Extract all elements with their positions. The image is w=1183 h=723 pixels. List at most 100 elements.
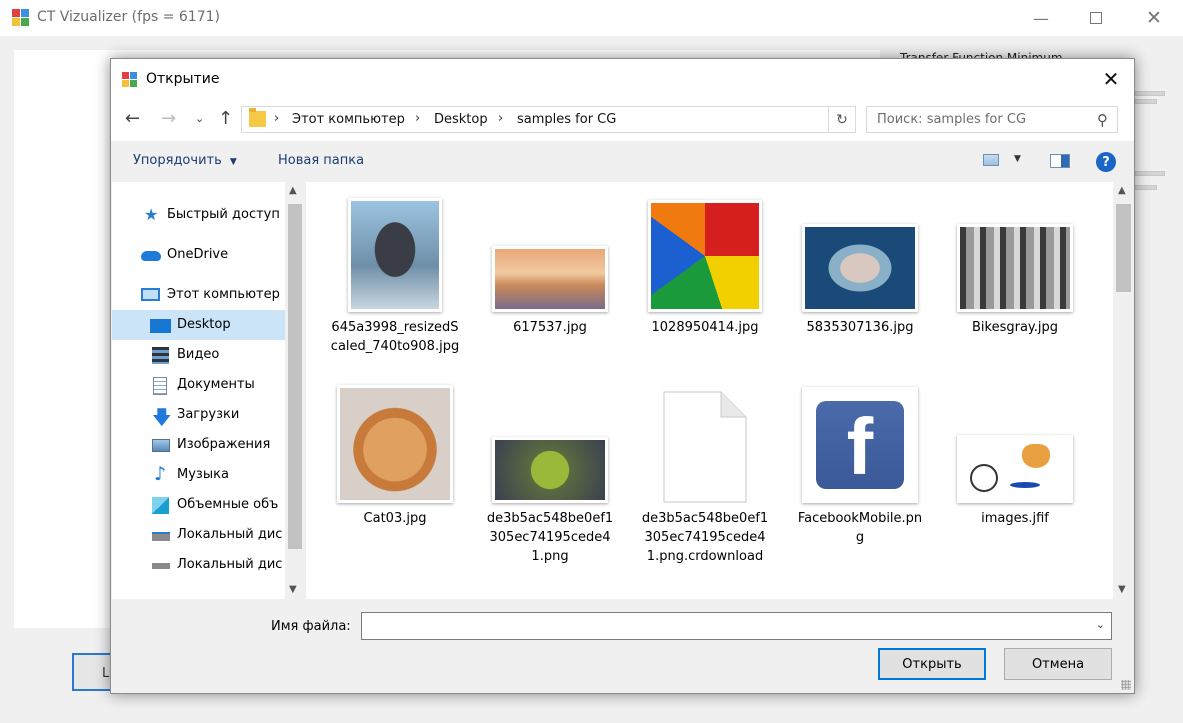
refresh-icon: ↻ — [836, 111, 848, 128]
forward-arrow-icon[interactable]: → — [161, 109, 176, 129]
file-name: de3b5ac548be0ef1305ec74195cede41.png — [486, 511, 614, 564]
caret-down-icon: ▼ — [229, 157, 237, 167]
search-icon: ⚲ — [1097, 111, 1108, 129]
file-name: FacebookMobile.png — [797, 511, 923, 545]
nav-item-music[interactable]: ♪ Музыка — [112, 460, 285, 490]
scrollbar-thumb[interactable] — [1116, 204, 1131, 292]
preview-pane-icon[interactable] — [1050, 154, 1070, 168]
slider-track[interactable] — [1135, 185, 1157, 190]
star-icon: ★ — [144, 205, 159, 224]
nav-item-label: OneDrive — [167, 247, 229, 262]
dialog-titlebar: Открытие ✕ — [111, 59, 1134, 99]
nav-item-onedrive[interactable]: OneDrive — [112, 240, 285, 270]
slider-track[interactable] — [1135, 171, 1165, 176]
3d-objects-icon — [152, 497, 169, 514]
downloads-icon: 🡇 — [152, 407, 172, 429]
chevron-up-icon[interactable]: ▲ — [1118, 185, 1126, 196]
minimize-button[interactable]: — — [1018, 0, 1064, 36]
music-icon: ♪ — [154, 463, 167, 485]
search-input[interactable]: Поиск: samples for CG ⚲ — [866, 106, 1118, 133]
nav-item-label: Музыка — [177, 467, 229, 482]
nav-item-label: Документы — [177, 377, 255, 392]
dialog-title: Открытие — [146, 71, 220, 87]
slider-track[interactable] — [1135, 99, 1157, 104]
dialog-close-button[interactable]: ✕ — [1088, 59, 1134, 99]
breadcrumb-desktop[interactable]: Desktop — [434, 112, 488, 127]
file-name: images.jfif — [981, 511, 1049, 526]
seal-photo-thumbnail — [348, 198, 442, 312]
filename-input[interactable]: ⌄ — [361, 612, 1112, 640]
dialog-toolbar: Упорядочить ▼ Новая папка ▼ ? — [111, 141, 1134, 181]
close-button[interactable]: ✕ — [1131, 0, 1177, 36]
organize-menu[interactable]: Упорядочить ▼ — [133, 153, 237, 168]
nav-item-videos[interactable]: Видео — [112, 340, 285, 370]
chevron-down-icon[interactable]: ⌄ — [1096, 618, 1105, 631]
nav-item-label: Изображения — [177, 437, 271, 452]
help-icon[interactable]: ? — [1096, 152, 1116, 172]
caret-down-icon[interactable]: ▼ — [1014, 154, 1021, 164]
view-options-icon[interactable] — [983, 154, 999, 166]
shrek-image-thumbnail — [492, 437, 608, 503]
nav-item-quick-access[interactable]: ★ Быстрый доступ — [112, 200, 285, 230]
back-arrow-icon[interactable]: ← — [125, 109, 140, 129]
app-icon — [12, 9, 29, 26]
local-disk-icon — [152, 563, 170, 569]
file-name: Bikesgray.jpg — [971, 320, 1059, 335]
refresh-button[interactable]: ↻ — [828, 106, 856, 133]
file-name: de3b5ac548be0ef1305ec74195cede41.png.crd… — [641, 511, 769, 564]
chevron-up-icon[interactable]: ▲ — [289, 185, 297, 196]
file-name: 645a3998_resizedScaled_740to908.jpg — [330, 320, 460, 354]
nav-item-pictures[interactable]: Изображения — [112, 430, 285, 460]
nav-item-local-disk-c[interactable]: Локальный дис — [112, 520, 285, 550]
teapot-drawing-thumbnail — [957, 435, 1073, 503]
rubiks-cube-thumbnail — [648, 200, 762, 312]
nav-item-3d-objects[interactable]: Объемные объ — [112, 490, 285, 520]
breadcrumb-this-pc[interactable]: Этот компьютер — [292, 112, 405, 127]
chevron-down-icon[interactable]: ▼ — [289, 584, 297, 595]
maximize-button[interactable] — [1073, 0, 1119, 36]
file-name: 1028950414.jpg — [651, 320, 759, 335]
navigation-pane: ★ Быстрый доступ OneDrive Этот компьютер… — [112, 182, 285, 599]
file-name: 5835307136.jpg — [806, 320, 914, 335]
slider-track[interactable] — [1135, 91, 1165, 96]
nav-item-label: Объемные объ — [177, 497, 279, 512]
bikes-grayscale-thumbnail — [957, 224, 1073, 312]
scrollbar-thumb[interactable] — [288, 204, 302, 549]
resize-grip-icon[interactable] — [1121, 680, 1131, 690]
nav-item-label: Загрузки — [177, 407, 240, 422]
nav-item-label: Локальный дис — [177, 557, 283, 572]
folder-icon — [249, 108, 266, 127]
new-folder-button[interactable]: Новая папка — [278, 153, 364, 168]
up-arrow-icon[interactable]: ↑ — [218, 109, 233, 129]
close-icon: ✕ — [1102, 67, 1120, 91]
nav-item-desktop[interactable]: Desktop — [112, 310, 285, 340]
address-bar[interactable]: › Этот компьютер › Desktop › samples for… — [241, 106, 851, 133]
nav-item-downloads[interactable]: 🡇 Загрузки — [112, 400, 285, 430]
main-window-title: CT Vizualizer (fps = 6171) — [37, 9, 220, 25]
video-icon — [152, 347, 169, 364]
navigation-bar: ← → ⌄ ↑ › Этот компьютер › Desktop › sam… — [111, 99, 1134, 141]
search-placeholder: Поиск: samples for CG — [877, 112, 1027, 127]
computer-icon — [141, 288, 160, 301]
nav-item-local-disk-d[interactable]: Локальный дис — [112, 550, 285, 580]
local-disk-icon — [152, 532, 170, 541]
nav-item-label: Этот компьютер — [167, 287, 280, 302]
breadcrumb-separator: › — [498, 111, 504, 126]
desktop-icon — [150, 319, 171, 333]
maximize-icon — [1090, 12, 1102, 24]
sunset-landscape-thumbnail — [492, 246, 608, 312]
nav-pane-scrollbar[interactable]: ▲ ▼ — [285, 182, 305, 599]
file-name: Cat03.jpg — [363, 511, 427, 526]
chevron-down-icon[interactable]: ▼ — [1118, 584, 1126, 595]
file-list-scrollbar[interactable]: ▲ ▼ — [1113, 182, 1134, 599]
nav-item-documents[interactable]: Документы — [112, 370, 285, 400]
blank-file-icon — [663, 391, 747, 503]
open-button[interactable]: Открыть — [878, 648, 986, 680]
nav-item-label: Локальный дис — [177, 527, 283, 542]
breadcrumb-separator: › — [415, 111, 421, 126]
cancel-button[interactable]: Отмена — [1004, 648, 1112, 680]
aerial-island-thumbnail — [802, 224, 918, 312]
recent-dropdown-icon[interactable]: ⌄ — [195, 109, 204, 129]
breadcrumb-current-folder[interactable]: samples for CG — [517, 112, 616, 127]
nav-item-this-pc[interactable]: Этот компьютер — [112, 280, 285, 310]
